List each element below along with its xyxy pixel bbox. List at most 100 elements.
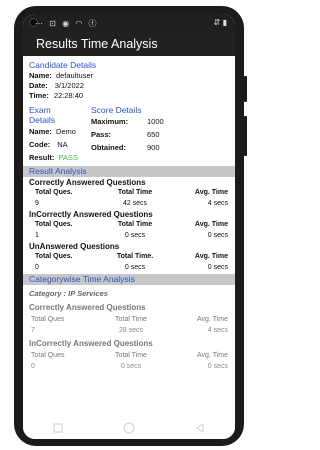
cell-value: 0 secs	[124, 232, 146, 239]
score-pass-row: Pass: 650	[91, 128, 230, 141]
category-block: Correctly Answered Questions Total Ques …	[29, 303, 230, 370]
cell-value: 9	[35, 200, 39, 207]
column-header: Avg. Time	[197, 352, 228, 359]
score-obtained-value: 900	[147, 143, 160, 152]
column-header: Avg. Time	[194, 221, 228, 228]
incorrect-answers-values: 1 0 secs 0 secs	[29, 232, 230, 239]
column-header: Total Time.	[116, 253, 154, 260]
category-incorrect-values: 0 0 secs 0 secs	[29, 363, 230, 370]
candidate-time-row: Time: 22:28:40	[29, 90, 230, 100]
column-header: Avg. Time	[194, 189, 228, 196]
unanswered-title: UnAnswered Questions	[29, 242, 120, 251]
column-header: Avg. Time	[197, 316, 228, 323]
exam-score-block: Exam Details Name: Demo Code: NA Result:…	[29, 103, 230, 164]
cell-value: 0	[31, 363, 35, 370]
exam-code-value: NA	[57, 140, 68, 149]
column-header: Total Time	[117, 221, 153, 228]
main-content[interactable]: Candidate Details Name: defaultuser Date…	[23, 60, 235, 370]
cell-value: 0 secs	[207, 264, 228, 271]
exam-result-value: PASS	[58, 153, 78, 162]
exam-details-heading: Exam Details	[29, 105, 91, 125]
status-icons-right: ⇵ ▮	[213, 18, 227, 27]
exam-heading-line2: Details	[29, 115, 55, 125]
exam-code-label: Code:	[29, 140, 51, 149]
unanswered-headers: Total Ques. Total Time. Avg. Time	[29, 253, 230, 260]
volume-button	[244, 76, 247, 102]
unanswered-values: 0 0 secs 0 secs	[29, 264, 230, 271]
screen: ⋯ ⊡ ◉ ◠ ⓕ ⇵ ▮ Results Time Analysis Cand…	[23, 14, 235, 439]
column-header: Total Time	[115, 316, 147, 323]
status-bar: ⋯ ⊡ ◉ ◠ ⓕ ⇵ ▮	[23, 14, 235, 32]
result-analysis-header: Result Analysis	[23, 166, 235, 177]
score-obtained-row: Obtained: 900	[91, 141, 230, 154]
candidate-name-label: Name:	[29, 70, 52, 80]
column-header: Total Ques.	[35, 189, 73, 196]
status-icons-left: ⋯ ⊡ ◉ ◠ ⓕ	[35, 19, 99, 28]
candidate-time-value: 22:28:40	[53, 90, 84, 100]
android-nav-bar	[23, 417, 235, 439]
score-details: Score Details Maximum: 1000 Pass: 650 Ob…	[91, 103, 230, 164]
incorrect-answers-title: InCorrectly Answered Questions	[29, 210, 153, 219]
column-header: Total Ques	[31, 316, 65, 323]
home-button[interactable]	[123, 422, 135, 434]
back-button[interactable]	[195, 423, 205, 433]
score-max-value: 1000	[147, 117, 164, 126]
exam-name-value: Demo	[55, 127, 76, 136]
exam-result-label: Result:	[29, 153, 55, 162]
column-header: Total Time	[115, 352, 147, 359]
cell-value: 0 secs	[207, 363, 228, 370]
category-incorrect-headers: Total Ques Total Time Avg. Time	[29, 352, 230, 359]
exam-details: Exam Details Name: Demo Code: NA Result:…	[29, 103, 91, 164]
cell-value: 7	[31, 327, 35, 334]
score-obtained-label: Obtained:	[91, 143, 126, 152]
cell-value: 42 secs	[122, 200, 148, 207]
column-header: Avg. Time	[194, 253, 228, 260]
candidate-date-label: Date:	[29, 80, 48, 90]
candidate-date-row: Date: 3/1/2022	[29, 80, 230, 90]
cell-value: 0 secs	[120, 363, 142, 370]
category-correct-values: 7 28 secs 4 secs	[29, 327, 230, 334]
column-header: Total Ques.	[35, 253, 73, 260]
exam-result-row: Result: PASS	[29, 151, 91, 164]
candidate-time-label: Time:	[29, 90, 49, 100]
app-bar: Results Time Analysis	[23, 32, 235, 56]
column-header: Total Time	[117, 189, 153, 196]
exam-code-row: Code: NA	[29, 138, 91, 151]
circle-icon	[123, 422, 135, 434]
candidate-date-value: 3/1/2022	[54, 80, 84, 90]
back-triangle-icon	[196, 423, 204, 433]
cell-value: 4 secs	[207, 200, 228, 207]
column-header: Total Ques.	[35, 221, 73, 228]
exam-name-row: Name: Demo	[29, 125, 91, 138]
correct-answers-title: Correctly Answered Questions	[29, 178, 146, 187]
category-correct-title: Correctly Answered Questions	[29, 303, 146, 312]
incorrect-answers-headers: Total Ques. Total Time Avg. Time	[29, 221, 230, 228]
score-pass-value: 650	[147, 130, 160, 139]
category-correct-headers: Total Ques Total Time Avg. Time	[29, 316, 230, 323]
exam-heading-line1: Exam	[29, 105, 51, 115]
square-icon	[53, 423, 63, 433]
candidate-name-value: defaultuser	[55, 70, 94, 80]
page-title: Results Time Analysis	[36, 37, 158, 51]
exam-name-label: Name:	[29, 127, 52, 136]
score-details-heading: Score Details	[91, 105, 142, 115]
cell-value: 1	[35, 232, 39, 239]
categorywise-header: Categorywise Time Analysis	[23, 274, 235, 285]
score-pass-label: Pass:	[91, 130, 112, 139]
cell-value: 0	[35, 264, 39, 271]
candidate-details-heading: Candidate Details	[29, 60, 97, 70]
correct-answers-headers: Total Ques. Total Time Avg. Time	[29, 189, 230, 196]
cell-value: 4 secs	[207, 327, 228, 334]
candidate-name-row: Name: defaultuser	[29, 70, 230, 80]
cell-value: 0 secs	[124, 264, 146, 271]
score-max-label: Maximum:	[91, 117, 129, 126]
column-header: Total Ques	[31, 352, 65, 359]
category-incorrect-title: InCorrectly Answered Questions	[29, 339, 153, 348]
recent-apps-button[interactable]	[53, 423, 63, 433]
score-max-row: Maximum: 1000	[91, 115, 230, 128]
category-label: Category : IP Services	[29, 289, 108, 298]
cell-value: 28 secs	[118, 327, 144, 334]
power-button	[244, 116, 247, 156]
cell-value: 0 secs	[207, 232, 228, 239]
correct-answers-values: 9 42 secs 4 secs	[29, 200, 230, 207]
